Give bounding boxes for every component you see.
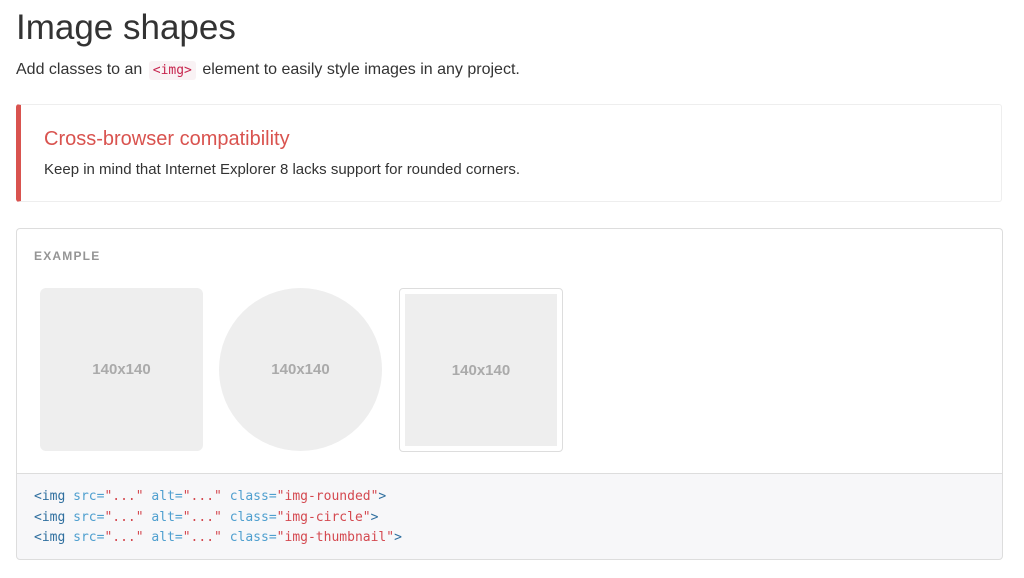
callout-text: Keep in mind that Internet Explorer 8 la… [44, 161, 521, 178]
code-value: "..." [104, 530, 144, 545]
code-value: "..." [104, 509, 144, 525]
code-tag: <img [34, 509, 66, 525]
image-size-label: 140x140 [271, 361, 330, 378]
image-thumbnail-placeholder: 140x140 [399, 288, 563, 452]
code-tag-close: > [394, 530, 402, 545]
code-value: "..." [182, 530, 222, 545]
code-attr: src= [73, 489, 105, 504]
code-tag: <img [34, 489, 66, 504]
page-lead: Add classes to an <img> element to easil… [16, 60, 520, 81]
page-title: Image shapes [16, 8, 236, 47]
lead-text-before: Add classes to an [16, 61, 143, 78]
code-attr: alt= [151, 509, 183, 525]
example-label: EXAMPLE [34, 249, 101, 263]
image-circle-placeholder: 140x140 [219, 288, 382, 451]
thumbnail-inner: 140x140 [405, 294, 557, 446]
code-value: "..." [182, 509, 222, 525]
code-block: <img src="..." alt="..." class="img-roun… [16, 473, 1003, 560]
code-attr: src= [73, 509, 105, 525]
code-attr: alt= [151, 530, 183, 545]
code-attr: src= [73, 530, 105, 545]
code-tag: <img [34, 530, 66, 545]
image-size-label: 140x140 [92, 361, 151, 378]
callout-danger: Cross-browser compatibility Keep in mind… [16, 104, 1002, 202]
code-attr: class= [229, 489, 277, 504]
example-panel: EXAMPLE 140x140 140x140 140x140 [16, 228, 1003, 473]
page: Image shapes Add classes to an <img> ele… [0, 0, 1024, 578]
image-size-label: 140x140 [451, 361, 511, 379]
code-tag-close: > [378, 489, 387, 504]
code-value: "img-circle" [276, 509, 371, 525]
code-attr: class= [229, 509, 277, 525]
code-line: <img src="..." alt="..." class="img-thum… [34, 528, 1002, 549]
code-value: "..." [182, 489, 222, 504]
code-attr: class= [229, 530, 277, 545]
code-value: "img-rounded" [276, 489, 379, 504]
lead-text-after: element to easily style images in any pr… [202, 61, 520, 78]
image-rounded-placeholder: 140x140 [40, 288, 203, 451]
code-value: "img-thumbnail" [276, 530, 395, 545]
code-value: "..." [104, 489, 144, 504]
code-tag-close: > [370, 509, 379, 525]
code-line: <img src="..." alt="..." class="img-roun… [34, 487, 1002, 508]
inline-code-img: <img> [148, 61, 196, 80]
code-line: <img src="..." alt="..." class="img-circ… [34, 508, 1002, 529]
code-attr: alt= [151, 489, 183, 504]
callout-title: Cross-browser compatibility [44, 128, 290, 150]
